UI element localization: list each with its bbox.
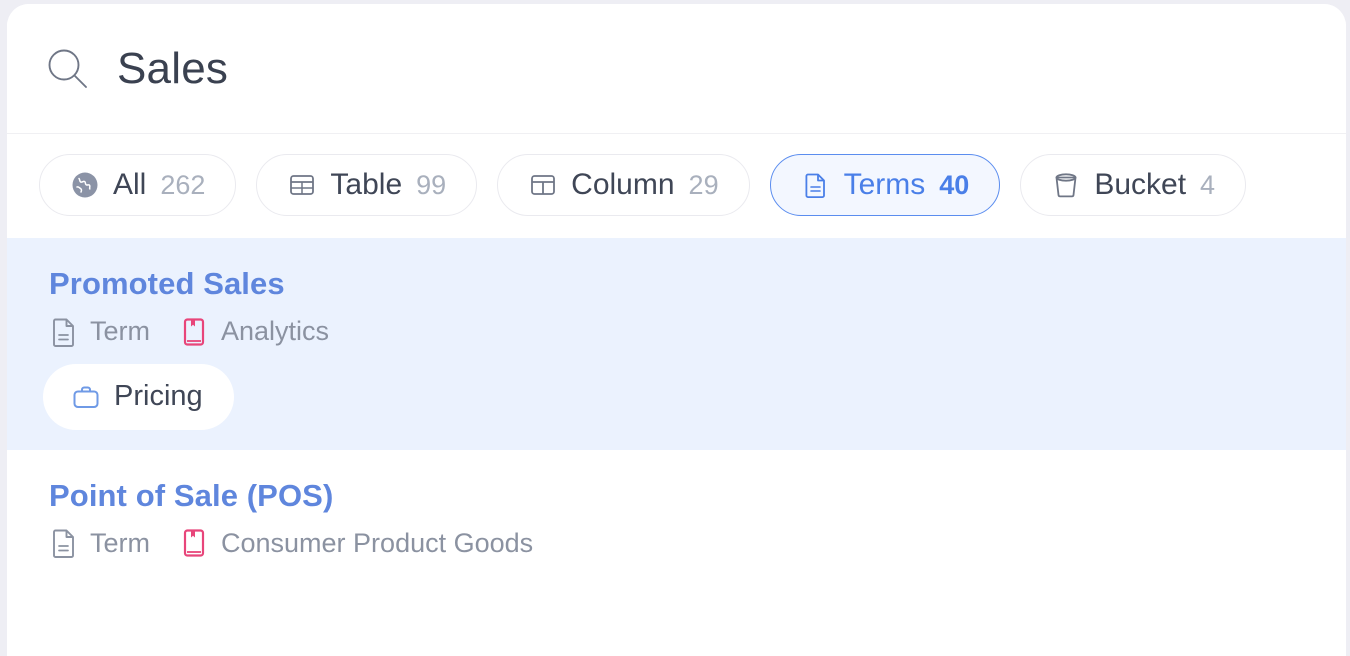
- book-icon: [183, 529, 205, 557]
- search-panel: Sales All 262 Table 99 Column 29 Terms 4…: [7, 4, 1346, 656]
- filter-chip-table[interactable]: Table 99: [256, 154, 478, 216]
- filter-chip-label: Terms: [843, 168, 926, 201]
- search-input[interactable]: Sales: [117, 46, 228, 91]
- filter-chip-count: 4: [1200, 169, 1216, 200]
- meta-label: Consumer Product Goods: [221, 527, 534, 558]
- filter-chip-count: 99: [416, 169, 447, 200]
- document-icon: [805, 173, 825, 198]
- result-tag-row: Pricing: [49, 369, 1304, 424]
- result-title[interactable]: Promoted Sales: [49, 266, 1304, 302]
- search-result-item[interactable]: Point of Sale (POS) Term Consumer Produc…: [7, 450, 1346, 586]
- filter-chip-column[interactable]: Column 29: [497, 154, 750, 216]
- filter-chip-all[interactable]: All 262: [39, 154, 237, 216]
- document-icon: [53, 529, 74, 559]
- document-icon: [53, 318, 74, 347]
- search-header: Sales: [7, 4, 1346, 134]
- filter-chip-count: 262: [160, 169, 206, 200]
- search-result-item[interactable]: Promoted Sales Term Analytics Pricing: [7, 238, 1346, 450]
- filter-chip-label: Table: [330, 168, 403, 201]
- table-icon: [290, 175, 315, 195]
- globe-icon: [72, 172, 98, 198]
- book-icon: [183, 318, 205, 346]
- briefcase-icon: [73, 386, 99, 408]
- filter-chip-label: All: [113, 168, 147, 201]
- result-title[interactable]: Point of Sale (POS): [49, 478, 1304, 514]
- result-meta: Term Analytics: [49, 316, 1304, 348]
- meta-item-category: Analytics: [180, 316, 329, 348]
- filter-chip-terms[interactable]: Terms 40: [769, 154, 1001, 216]
- meta-label: Term: [90, 316, 150, 347]
- meta-item-category: Consumer Product Goods: [180, 527, 533, 559]
- search-icon[interactable]: [45, 46, 91, 92]
- meta-item-type: Term: [49, 527, 150, 559]
- result-meta: Term Consumer Product Goods: [49, 527, 1304, 559]
- bucket-icon: [1055, 173, 1077, 198]
- meta-label: Term: [90, 527, 150, 558]
- meta-label: Analytics: [221, 316, 330, 347]
- filter-chip-count: 40: [939, 169, 970, 200]
- filter-chip-bucket[interactable]: Bucket 4: [1020, 154, 1247, 216]
- tag-label: Pricing: [114, 380, 203, 413]
- column-icon: [531, 175, 556, 195]
- tag-pill-pricing[interactable]: Pricing: [49, 369, 228, 424]
- filter-chip-label: Bucket: [1094, 168, 1187, 201]
- filter-chip-count: 29: [688, 169, 719, 200]
- filter-chip-label: Column: [571, 168, 675, 201]
- search-results-list: Promoted Sales Term Analytics Pricing Po…: [7, 238, 1346, 586]
- filter-chip-bar: All 262 Table 99 Column 29 Terms 40 Buck…: [7, 134, 1346, 238]
- meta-item-type: Term: [49, 316, 150, 348]
